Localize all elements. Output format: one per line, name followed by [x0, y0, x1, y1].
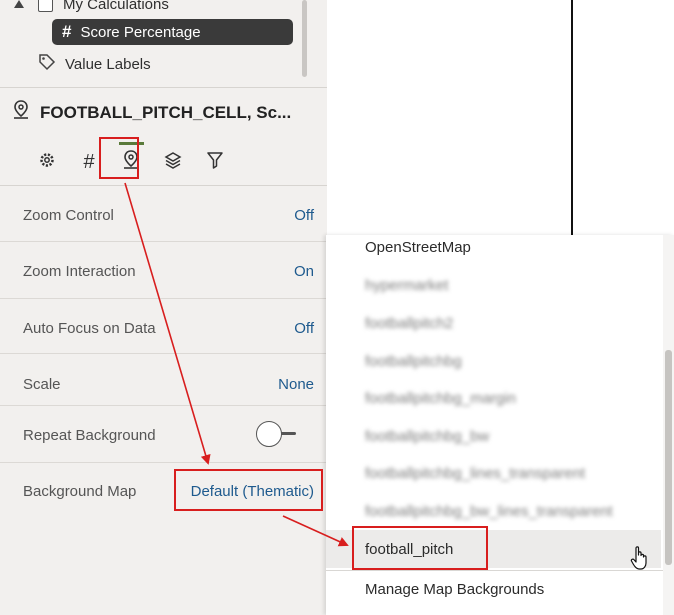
- dropdown-item-label: footballpitchbg_bw_lines_transparent: [365, 502, 613, 520]
- dropdown-item-label: footballpitchbg_lines_transparent: [365, 464, 586, 482]
- manage-map-backgrounds[interactable]: Manage Map Backgrounds: [326, 575, 661, 603]
- hash-icon: #: [83, 150, 95, 173]
- tab-layers[interactable]: [152, 148, 194, 176]
- background-map-label: Background Map: [23, 482, 137, 500]
- dropdown-scrollbar-thumb[interactable]: [665, 350, 672, 565]
- map-pin-icon: [12, 100, 30, 125]
- divider: [0, 241, 327, 242]
- zoom-control-value[interactable]: Off: [294, 207, 314, 224]
- divider: [0, 87, 327, 88]
- dropdown-item-label: footballpitchbg: [365, 352, 462, 370]
- repeat-background-label: Repeat Background: [23, 426, 156, 444]
- dropdown-item[interactable]: hypermarket: [326, 271, 661, 299]
- dropdown-item[interactable]: footballpitchbg_bw_lines_transparent: [326, 497, 661, 525]
- dropdown-item-label: footballpitch2: [365, 314, 454, 332]
- toggle-knob: [256, 421, 282, 447]
- repeat-background-toggle[interactable]: [256, 421, 298, 447]
- zoom-control-label: Zoom Control: [23, 206, 114, 224]
- divider: [0, 405, 327, 406]
- dropdown-item-label: hypermarket: [365, 276, 449, 294]
- tree-item-my-calculations[interactable]: My Calculations: [38, 0, 169, 17]
- divider: [326, 570, 663, 571]
- dropdown-item-label: footballpitchbg_bw: [365, 427, 490, 445]
- scale-row[interactable]: Scale None: [0, 369, 327, 399]
- zoom-interaction-row[interactable]: Zoom Interaction On: [0, 256, 327, 286]
- dropdown-item[interactable]: footballpitchbg_bw: [326, 422, 661, 450]
- dropdown-item[interactable]: footballpitchbg_margin: [326, 384, 661, 412]
- divider: [0, 298, 327, 299]
- auto-focus-value[interactable]: Off: [294, 320, 314, 337]
- scrollbar[interactable]: [302, 0, 307, 77]
- hash-icon: #: [62, 22, 72, 41]
- filter-icon: [206, 151, 224, 174]
- tab-general[interactable]: [26, 148, 68, 176]
- auto-focus-row[interactable]: Auto Focus on Data Off: [0, 313, 327, 343]
- layers-icon: [164, 151, 182, 174]
- scale-label: Scale: [23, 375, 61, 393]
- tree-item-label: Value Labels: [65, 55, 151, 73]
- tab-filters[interactable]: [194, 148, 236, 176]
- canvas-line: [571, 0, 573, 236]
- zoom-interaction-value[interactable]: On: [294, 263, 314, 280]
- visualization-title: FOOTBALL_PITCH_CELL, Sc...: [12, 100, 291, 125]
- dropdown-item-label: OpenStreetMap: [365, 238, 471, 256]
- divider: [0, 462, 327, 463]
- highlight-background-map-value: [174, 469, 323, 511]
- dropdown-item[interactable]: footballpitchbg: [326, 347, 661, 375]
- highlight-map-tab: [99, 137, 139, 179]
- folder-icon: [38, 0, 53, 12]
- highlight-football-pitch: [352, 526, 488, 570]
- dropdown-item[interactable]: OpenStreetMap: [326, 233, 661, 261]
- zoom-interaction-label: Zoom Interaction: [23, 262, 136, 280]
- manage-map-backgrounds-label: Manage Map Backgrounds: [365, 580, 545, 598]
- gear-icon: [38, 151, 56, 174]
- dropdown-item[interactable]: footballpitchbg_lines_transparent: [326, 459, 661, 487]
- properties-panel: My Calculations # Score Percentage Value…: [0, 0, 327, 615]
- tree-item-value-labels[interactable]: Value Labels: [38, 51, 151, 77]
- auto-focus-label: Auto Focus on Data: [23, 319, 156, 337]
- divider: [0, 185, 327, 186]
- dropdown-item-label: footballpitchbg_margin: [365, 389, 516, 407]
- zoom-control-row[interactable]: Zoom Control Off: [0, 200, 327, 230]
- tree-item-score-percentage[interactable]: # Score Percentage: [52, 19, 293, 45]
- tree-item-label: Score Percentage: [80, 23, 201, 41]
- hand-cursor-icon: [630, 545, 650, 576]
- tree-item-label: My Calculations: [63, 0, 169, 13]
- dropdown-item[interactable]: footballpitch2: [326, 309, 661, 337]
- collapse-caret-icon[interactable]: [14, 0, 24, 8]
- divider: [0, 353, 327, 354]
- tag-icon: [38, 53, 56, 75]
- scale-value[interactable]: None: [278, 376, 314, 393]
- visualization-title-text: FOOTBALL_PITCH_CELL, Sc...: [40, 102, 292, 122]
